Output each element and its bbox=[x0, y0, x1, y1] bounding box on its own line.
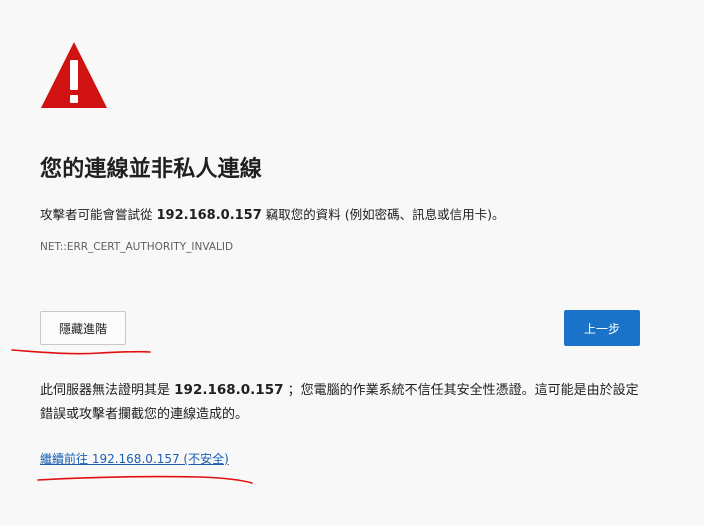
hide-advanced-button[interactable]: 隱藏進階 bbox=[40, 311, 126, 345]
interstitial-page: 您的連線並非私人連線 攻擊者可能會嘗試從 192.168.0.157 竊取您的資… bbox=[0, 0, 704, 526]
intro-suffix: 竊取您的資料 (例如密碼、訊息或信用卡)。 bbox=[265, 207, 505, 222]
details-prefix: 此伺服器無法證明其是 bbox=[40, 383, 171, 398]
error-code: NET::ERR_CERT_AUTHORITY_INVALID bbox=[40, 241, 234, 253]
underline-annotation-advanced bbox=[11, 349, 151, 355]
intro-host: 192.168.0.157 bbox=[156, 208, 262, 223]
details-host: 192.168.0.157 bbox=[174, 382, 284, 398]
back-button[interactable]: 上一步 bbox=[564, 310, 640, 346]
intro-prefix: 攻擊者可能會嘗試從 bbox=[40, 207, 153, 222]
advanced-details: 此伺服器無法證明其是 192.168.0.157 ；您電腦的作業系統不信任其安全… bbox=[40, 378, 650, 427]
page-title: 您的連線並非私人連線 bbox=[40, 157, 263, 182]
underline-annotation-proceed bbox=[37, 475, 253, 484]
warning-triangle-icon bbox=[41, 42, 107, 108]
proceed-unsafe-link[interactable]: 繼續前往 192.168.0.157 (不安全) bbox=[40, 450, 229, 467]
intro-message: 攻擊者可能會嘗試從 192.168.0.157 竊取您的資料 (例如密碼、訊息或… bbox=[40, 204, 505, 223]
